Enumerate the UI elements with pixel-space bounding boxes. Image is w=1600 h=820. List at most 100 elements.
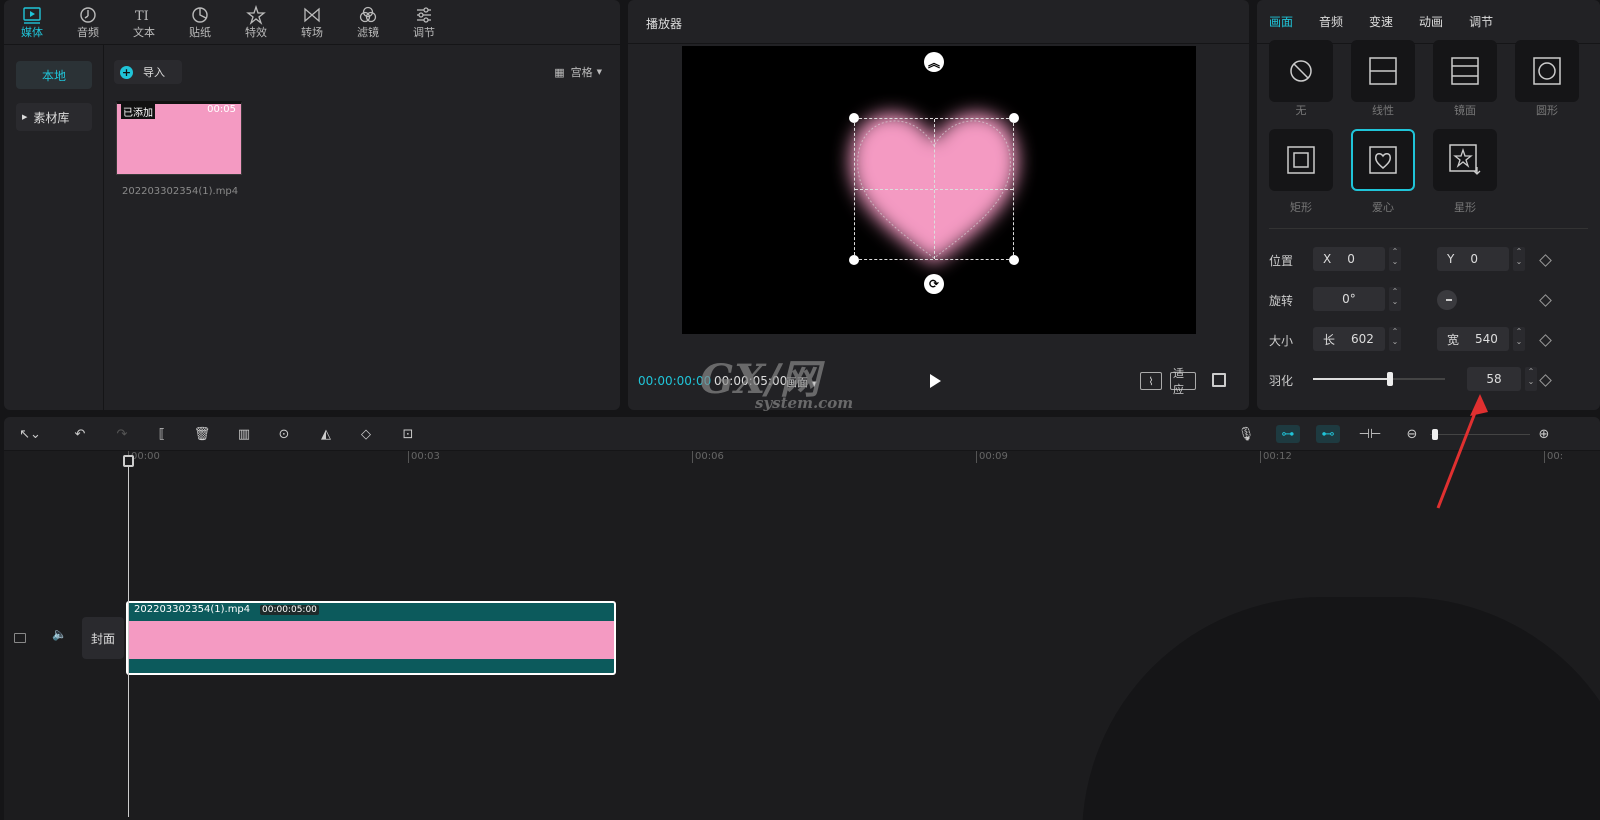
mask-star[interactable] bbox=[1433, 129, 1497, 191]
tab-effects[interactable]: 特效 bbox=[228, 0, 284, 44]
size-height-stepper[interactable]: ⌃ ⌄ bbox=[1513, 327, 1525, 351]
link-icon[interactable]: ⊷ bbox=[1316, 425, 1340, 443]
tab-media[interactable]: 媒体 bbox=[4, 0, 60, 44]
rotation-knob[interactable] bbox=[1437, 290, 1457, 310]
none-mask-icon bbox=[1290, 60, 1312, 82]
position-y-field[interactable]: Y 0 bbox=[1437, 247, 1509, 271]
fit-button[interactable]: 适应 bbox=[1170, 367, 1196, 396]
expand-up-icon[interactable]: ︽ bbox=[924, 52, 944, 72]
resize-handle[interactable] bbox=[849, 113, 859, 123]
view-mode-select[interactable]: ▦ 宫格 ▼ bbox=[554, 64, 602, 80]
tab-props-audio[interactable]: 音频 bbox=[1319, 0, 1343, 43]
tab-transition[interactable]: 转场 bbox=[284, 0, 340, 44]
zoom-out-icon[interactable]: ⊖ bbox=[1402, 425, 1422, 443]
tab-sticker[interactable]: 贴纸 bbox=[172, 0, 228, 44]
zoom-in-icon[interactable]: ⊕ bbox=[1534, 425, 1554, 443]
mask-circle-label: 圆形 bbox=[1536, 104, 1558, 117]
mask-mirror[interactable] bbox=[1433, 40, 1497, 102]
feather-label: 羽化 bbox=[1269, 374, 1294, 388]
clip-frames bbox=[128, 621, 614, 659]
ruler-tick: 00:03 bbox=[408, 451, 440, 463]
size-width-value: 602 bbox=[1351, 332, 1374, 346]
divider bbox=[1269, 228, 1588, 229]
media-icon bbox=[23, 7, 41, 24]
auto-snap-icon[interactable]: ⊶ bbox=[1276, 425, 1300, 443]
ruler-tick: 00:09 bbox=[976, 451, 1008, 463]
media-thumbnail[interactable]: 已添加 00:05 bbox=[116, 101, 242, 175]
tab-filter[interactable]: 滤镜 bbox=[340, 0, 396, 44]
feather-stepper[interactable]: ⌃ ⌄ bbox=[1525, 367, 1537, 391]
play-button[interactable] bbox=[930, 374, 941, 388]
tab-picture[interactable]: 画面 bbox=[1269, 0, 1293, 43]
rotation-field[interactable]: 0° bbox=[1313, 287, 1385, 311]
crop-icon[interactable]: ⊡ bbox=[398, 425, 418, 443]
sidebar-item-library[interactable]: ▶ 素材库 bbox=[16, 103, 92, 131]
preview-axis-icon[interactable]: ⊣⊢ bbox=[1359, 425, 1382, 443]
circle-mask-icon bbox=[1533, 57, 1561, 85]
playhead[interactable] bbox=[123, 455, 134, 817]
track-audio-icon[interactable]: 🔈 bbox=[52, 627, 67, 641]
playhead-handle[interactable] bbox=[123, 455, 134, 467]
mask-rectangle[interactable] bbox=[1269, 129, 1333, 191]
tab-animation[interactable]: 动画 bbox=[1419, 0, 1443, 43]
undo-icon[interactable]: ↶ bbox=[70, 425, 90, 443]
waveform-icon[interactable]: ⌇ bbox=[1140, 372, 1162, 390]
freeze-icon[interactable]: ▥ bbox=[234, 425, 254, 443]
position-x-field[interactable]: X 0 bbox=[1313, 247, 1385, 271]
tab-props-adjust[interactable]: 调节 bbox=[1469, 0, 1493, 43]
mask-linear[interactable] bbox=[1351, 40, 1415, 102]
size-width-prefix: 长 bbox=[1323, 332, 1336, 347]
position-x-value: 0 bbox=[1347, 252, 1355, 266]
resize-handle[interactable] bbox=[849, 255, 859, 265]
cover-button[interactable]: 封面 bbox=[82, 617, 124, 659]
mask-circle[interactable] bbox=[1515, 40, 1579, 102]
reverse-icon[interactable]: ⊙ bbox=[274, 425, 294, 443]
fullscreen-icon[interactable] bbox=[1212, 373, 1226, 387]
tab-audio[interactable]: 音频 bbox=[60, 0, 116, 44]
ratio-select[interactable]: 画面 ▼ bbox=[786, 374, 817, 390]
player-panel: 播放器 ︽ ⟳ 00:00:00:00 00:00:05:00 画面 ▼ ⌇ 适… bbox=[628, 0, 1249, 410]
delete-icon[interactable]: 🗑 bbox=[192, 425, 212, 443]
import-label: 导入 bbox=[143, 66, 165, 79]
microphone-icon[interactable]: 🎙 bbox=[1236, 425, 1256, 443]
audio-icon bbox=[80, 7, 96, 23]
sticker-icon bbox=[192, 7, 208, 23]
media-sidebar: 本地 ▶ 素材库 bbox=[4, 45, 104, 410]
caret-right-icon: ▶ bbox=[22, 113, 28, 121]
size-width-stepper[interactable]: ⌃ ⌄ bbox=[1389, 327, 1401, 351]
annotation-arrow bbox=[1436, 394, 1488, 509]
mask-none-label: 无 bbox=[1295, 104, 1307, 117]
resize-handle[interactable] bbox=[1009, 113, 1019, 123]
mask-heart[interactable] bbox=[1351, 129, 1415, 191]
guide-horizontal bbox=[855, 189, 1013, 190]
mask-none[interactable] bbox=[1269, 40, 1333, 102]
feather-slider-thumb[interactable] bbox=[1386, 372, 1393, 386]
tab-text[interactable]: TI 文本 bbox=[116, 0, 172, 44]
mirror-icon[interactable]: ◭ bbox=[316, 425, 336, 443]
tab-speed[interactable]: 变速 bbox=[1369, 0, 1393, 43]
redo-icon[interactable]: ↷ bbox=[112, 425, 132, 443]
sidebar-item-local[interactable]: 本地 bbox=[16, 61, 92, 89]
media-filename: 202203302354(1).mp4 bbox=[122, 186, 239, 197]
size-width-field[interactable]: 长 602 bbox=[1313, 327, 1385, 351]
preview-canvas[interactable]: ︽ ⟳ bbox=[682, 46, 1196, 334]
position-x-stepper[interactable]: ⌃ ⌄ bbox=[1389, 247, 1401, 271]
rotation-stepper[interactable]: ⌃ ⌄ bbox=[1389, 287, 1401, 311]
tab-adjust[interactable]: 调节 bbox=[396, 0, 452, 44]
selection-box[interactable] bbox=[854, 118, 1014, 260]
size-label: 大小 bbox=[1269, 334, 1294, 348]
resize-handle[interactable] bbox=[1009, 255, 1019, 265]
track-screen-icon[interactable] bbox=[14, 633, 26, 643]
rotate-handle-icon[interactable]: ⟳ bbox=[924, 274, 944, 294]
split-icon[interactable]: ⟦ bbox=[152, 425, 172, 443]
position-y-stepper[interactable]: ⌃ ⌄ bbox=[1513, 247, 1525, 271]
rotate-icon[interactable]: ◇ bbox=[356, 425, 376, 443]
mask-linear-label: 线性 bbox=[1372, 104, 1394, 117]
rectangle-mask-icon bbox=[1287, 146, 1315, 174]
size-height-field[interactable]: 宽 540 bbox=[1437, 327, 1509, 351]
position-y-prefix: Y bbox=[1447, 252, 1455, 266]
video-clip[interactable]: 202203302354(1).mp4 00:00:05:00 bbox=[126, 601, 616, 675]
select-tool-icon[interactable]: ↖⌄ bbox=[12, 425, 48, 443]
time-ruler[interactable]: 00:00 00:03 00:06 00:09 00:12 00: bbox=[4, 451, 1600, 471]
import-button[interactable]: + 导入 bbox=[114, 60, 182, 84]
